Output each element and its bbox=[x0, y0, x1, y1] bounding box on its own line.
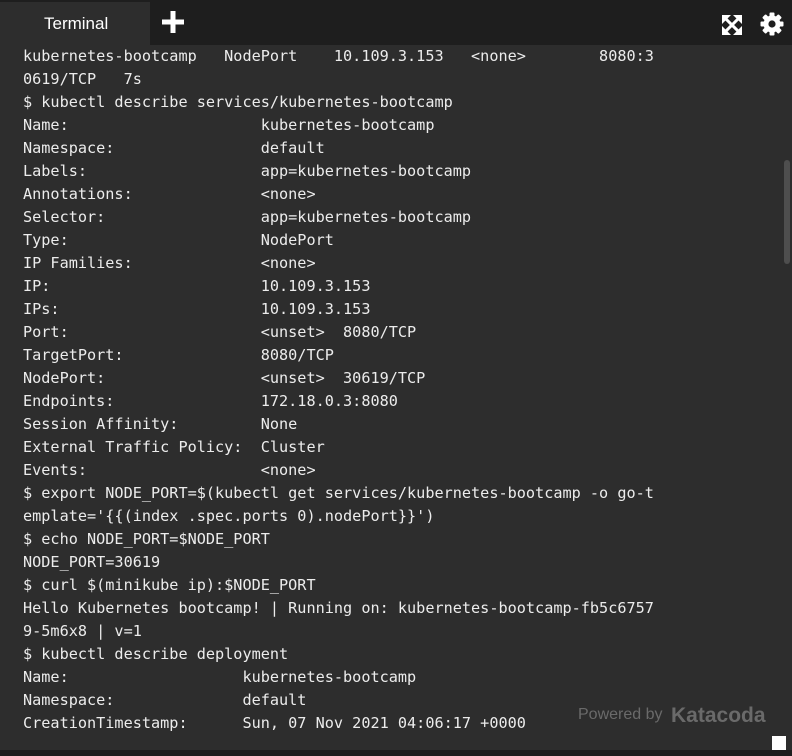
tab-bar: Terminal bbox=[0, 0, 792, 45]
terminal-line: Port: <unset> 8080/TCP bbox=[23, 323, 417, 341]
terminal-line: IP: 10.109.3.153 bbox=[23, 277, 371, 295]
terminal-line: $ kubectl describe services/kubernetes-b… bbox=[23, 93, 453, 111]
katacoda-logo: Katacoda bbox=[671, 704, 766, 727]
terminal-line: Namespace: default bbox=[23, 139, 325, 157]
terminal-line: $ kubectl describe deployment bbox=[23, 645, 289, 663]
terminal-line: Session Affinity: None bbox=[23, 415, 298, 433]
terminal-line: IPs: 10.109.3.153 bbox=[23, 300, 371, 318]
terminal-output[interactable]: kubernetes-bootcamp NodePort 10.109.3.15… bbox=[0, 45, 782, 750]
terminal-line: Type: NodePort bbox=[23, 231, 334, 249]
terminal-line: $ curl $(minikube ip):$NODE_PORT bbox=[23, 576, 316, 594]
terminal-line: $ echo NODE_PORT=$NODE_PORT bbox=[23, 530, 270, 548]
terminal-line: Hello Kubernetes bootcamp! | Running on:… bbox=[23, 599, 654, 617]
terminal-line: 0619/TCP 7s bbox=[23, 70, 142, 88]
terminal-line: TargetPort: 8080/TCP bbox=[23, 346, 334, 364]
terminal-line: Selector: app=kubernetes-bootcamp bbox=[23, 208, 472, 226]
terminal-line: External Traffic Policy: Cluster bbox=[23, 438, 325, 456]
expand-icon[interactable] bbox=[720, 13, 744, 37]
gear-icon[interactable] bbox=[760, 12, 784, 36]
terminal-window: Terminal kubernetes-bootcamp NodePort 10… bbox=[0, 0, 792, 756]
tab-terminal-label: Terminal bbox=[44, 14, 109, 33]
terminal-line: kubernetes-bootcamp NodePort 10.109.3.15… bbox=[23, 47, 654, 65]
powered-by-watermark: Powered by Katacoda bbox=[578, 703, 767, 731]
terminal-line: Labels: app=kubernetes-bootcamp bbox=[23, 162, 472, 180]
tab-terminal[interactable]: Terminal bbox=[0, 2, 150, 45]
terminal-line: Annotations: <none> bbox=[23, 185, 316, 203]
svg-text:Katacoda: Katacoda bbox=[671, 704, 766, 727]
resize-corner[interactable] bbox=[772, 736, 786, 750]
plus-icon[interactable] bbox=[160, 9, 186, 35]
terminal-line: Endpoints: 172.18.0.3:8080 bbox=[23, 392, 398, 410]
terminal-line: Name: kubernetes-bootcamp bbox=[23, 116, 435, 134]
watermark-prefix: Powered by bbox=[578, 706, 663, 723]
terminal-line: emplate='{{(index .spec.ports 0).nodePor… bbox=[23, 507, 435, 525]
terminal-line: IP Families: <none> bbox=[23, 254, 316, 272]
terminal-line: 9-5m6x8 | v=1 bbox=[23, 622, 142, 640]
terminal-lines: kubernetes-bootcamp NodePort 10.109.3.15… bbox=[23, 45, 782, 735]
terminal-line: NodePort: <unset> 30619/TCP bbox=[23, 369, 426, 387]
terminal-line: $ export NODE_PORT=$(kubectl get service… bbox=[23, 484, 654, 502]
terminal-line: NODE_PORT=30619 bbox=[23, 553, 161, 571]
terminal-line: Events: <none> bbox=[23, 461, 316, 479]
terminal-line: Name: kubernetes-bootcamp bbox=[23, 668, 417, 686]
scrollbar-thumb[interactable] bbox=[784, 160, 790, 264]
bottom-strip bbox=[0, 750, 792, 756]
scrollbar-track[interactable] bbox=[782, 45, 792, 750]
